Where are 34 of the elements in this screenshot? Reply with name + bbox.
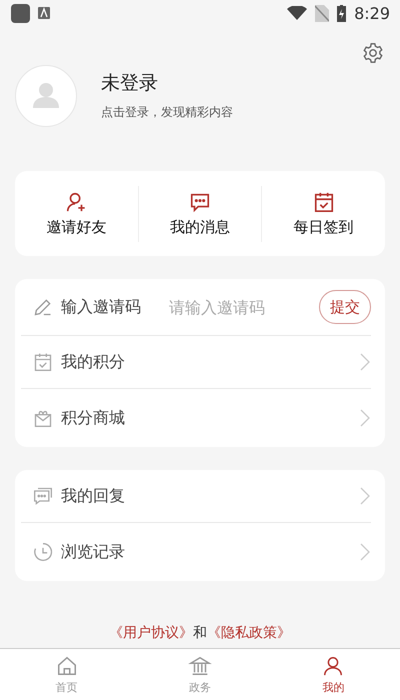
clock-icon [33,542,53,562]
submit-button[interactable]: 提交 [319,290,371,324]
menu-item[interactable]: 积分商城 [21,389,371,447]
settings-icon[interactable] [362,42,384,64]
quick-action-button[interactable]: 我的消息 [138,190,262,236]
battery-charging-icon [337,4,346,22]
tab[interactable]: 我的 [266,649,400,700]
app-notification-icon [11,4,30,22]
gift-icon [33,408,53,428]
menu-item[interactable]: 我的回复 [21,470,371,523]
clock-time: 8:29 [354,4,390,22]
chevron-right-icon [359,352,371,372]
pencil-icon [33,297,53,317]
menu-item[interactable]: 我的积分 [21,336,371,389]
chevron-right-icon [359,486,371,506]
keyboard-notification-icon [38,7,50,19]
login-status[interactable]: 未登录 [101,70,233,96]
privacy-policy-link[interactable]: 《隐私政策》 [207,624,291,642]
user-agreement-link[interactable]: 《用户协议》 [109,624,193,642]
conjunction-text: 和 [193,624,207,642]
calendar-check-icon [33,352,53,372]
menu-item[interactable]: 浏览记录 [21,523,371,581]
add-user-icon [65,190,88,212]
login-hint: 点击登录，发现精彩内容 [101,104,233,121]
chevron-right-icon [359,542,371,562]
invite-code-label: 输入邀请码 [61,296,141,318]
building-icon [188,654,212,676]
calendar-check-icon [312,190,335,212]
quick-action-button[interactable]: 邀请好友 [15,190,138,236]
wifi-icon [287,6,308,20]
quick-action-button[interactable]: 每日签到 [262,190,386,236]
chevron-right-icon [359,408,371,428]
chat-icon [33,486,53,506]
no-sim-icon [315,4,330,22]
